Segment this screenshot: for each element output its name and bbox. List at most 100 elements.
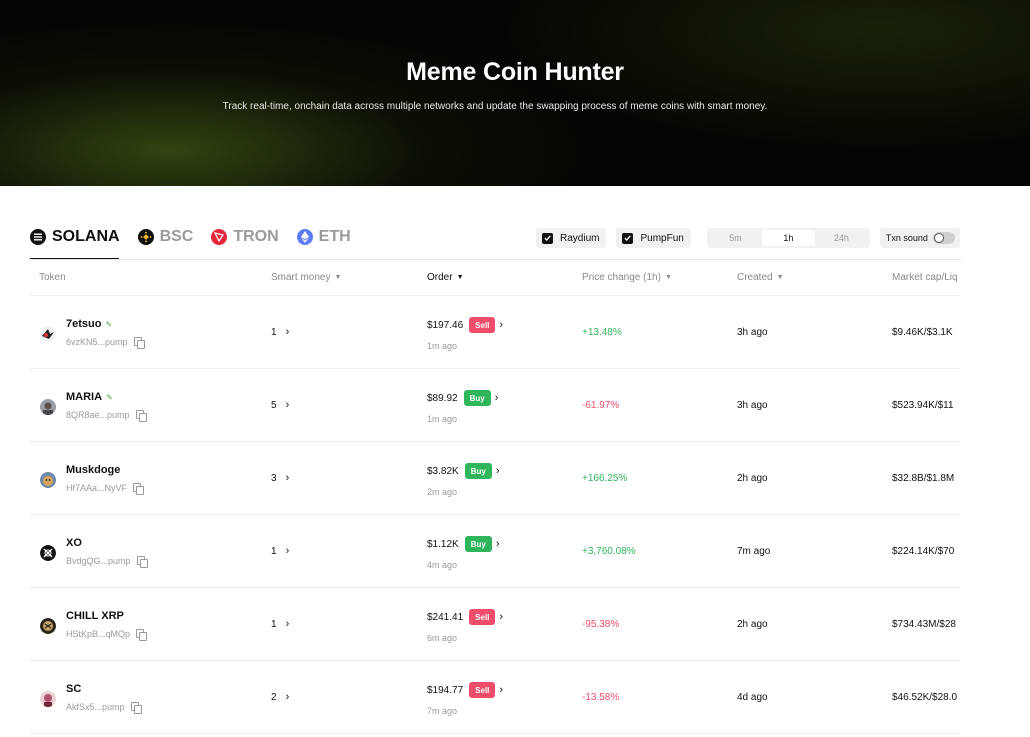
token-avatar [40, 691, 56, 707]
sort-icon: ▼ [664, 274, 672, 281]
token-name[interactable]: Muskdoge [66, 464, 120, 476]
chevron-right-icon: › [499, 611, 504, 623]
copy-icon[interactable] [135, 410, 147, 422]
table-row[interactable]: Muskdoge Hf7AAa...NyVF 3 › $3.82K Buy › 2m … [30, 442, 961, 515]
table-row[interactable]: MARIA ✎ 8QR8ae...pump 5 › $89.92 Buy › 1m ag… [30, 369, 961, 442]
table-header: Token Smart money ▼ Order ▼ Price change (… [30, 260, 961, 296]
page-subtitle: Track real-time, onchain data across mul… [222, 101, 768, 112]
smart-money-count[interactable]: 1 › [271, 326, 289, 338]
token-avatar [40, 545, 56, 561]
pencil-icon: ✎ [105, 319, 113, 329]
tab-solana[interactable]: SOLANA [30, 226, 120, 248]
timeframe-5m[interactable]: 5m [709, 230, 762, 246]
market-cap: $523.94K/$11 [892, 400, 954, 411]
col-created[interactable]: Created ▼ [737, 272, 784, 283]
created-time: 3h ago [737, 327, 768, 338]
token-name[interactable]: MARIA ✎ [66, 391, 113, 403]
checkbox-checked-icon[interactable] [542, 232, 553, 244]
price-change: +3,760.08% [582, 546, 636, 557]
txn-sound-toggle[interactable] [932, 232, 955, 244]
order-price[interactable]: $197.46 Sell › [427, 317, 503, 333]
token-table: Token Smart money ▼ Order ▼ Price change (… [30, 260, 961, 737]
copy-icon[interactable] [133, 483, 145, 495]
buy-badge: Buy [464, 536, 492, 552]
price-change: -95.38% [582, 619, 620, 630]
sort-icon: ▼ [776, 274, 784, 281]
order-price[interactable]: $89.92 Buy › [427, 390, 498, 406]
col-token: Token [39, 272, 66, 283]
table-row[interactable]: SC AkfSx5...pump 2 › $194.77 Sell › 7m ago … [30, 661, 961, 734]
order-price[interactable]: $3.82K Buy › [427, 463, 500, 479]
smart-money-count[interactable]: 3 › [271, 472, 289, 484]
page-title: Meme Coin Hunter [406, 58, 624, 86]
timeframe-selector: 5m 1h 24h [706, 228, 870, 248]
created-time: 7m ago [737, 546, 771, 557]
smart-money-count[interactable]: 1 › [271, 618, 289, 630]
copy-icon[interactable] [133, 337, 145, 349]
copy-icon[interactable] [136, 556, 148, 568]
chevron-right-icon: › [285, 399, 290, 411]
smart-money-count[interactable]: 2 › [271, 691, 289, 703]
token-name[interactable]: 7etsuo ✎ [66, 318, 112, 330]
tab-eth[interactable]: ETH [296, 226, 351, 248]
tron-icon [211, 229, 228, 245]
pumpfun-filter[interactable]: PumpFun [616, 228, 691, 248]
smart-money-count[interactable]: 1 › [271, 545, 289, 557]
order-time: 4m ago [427, 560, 458, 570]
pencil-icon: ✎ [106, 392, 113, 402]
sell-badge: Sell [469, 317, 496, 333]
solana-icon [30, 229, 46, 245]
col-order[interactable]: Order ▼ [427, 272, 464, 283]
token-address: AkfSx5...pump [66, 702, 142, 714]
tab-tron[interactable]: TRON [211, 226, 279, 248]
chevron-right-icon: › [285, 472, 290, 484]
order-price[interactable]: $194.77 Sell › [427, 682, 503, 698]
token-avatar [40, 618, 56, 634]
token-name[interactable]: XO [66, 537, 82, 549]
timeframe-1h[interactable]: 1h [761, 230, 815, 246]
token-name[interactable]: SC [66, 683, 81, 695]
chevron-right-icon: › [285, 326, 290, 338]
token-address: 8QR8ae...pump [66, 410, 147, 422]
chevron-right-icon: › [285, 691, 290, 703]
sell-badge: Sell [469, 609, 496, 625]
price-change: +13.48% [582, 327, 622, 338]
price-change: +166.25% [582, 473, 628, 484]
copy-icon[interactable] [130, 702, 142, 714]
raydium-filter[interactable]: Raydium [536, 228, 607, 248]
order-price[interactable]: $1.12K Buy › [427, 536, 500, 552]
chevron-right-icon: › [499, 684, 504, 696]
chevron-right-icon: › [495, 538, 500, 550]
timeframe-24h[interactable]: 24h [815, 230, 868, 246]
raydium-label: Raydium [560, 232, 600, 244]
sort-icon: ▼ [456, 274, 464, 281]
sort-icon: ▼ [334, 274, 342, 281]
order-price[interactable]: $241.41 Sell › [427, 609, 503, 625]
tab-bsc[interactable]: BSC [137, 226, 194, 248]
table-row[interactable]: 7etsuo ✎ 6vzKN5...pump 1 › $197.46 Sell › 1m… [30, 296, 961, 369]
tab-label: BSC [159, 228, 194, 245]
filter-bar: Raydium PumpFun 5m 1h 24h Txn sound [536, 228, 960, 248]
table-row[interactable]: XO BvdgQG...pump 1 › $1.12K Buy › 4m ago +3… [30, 515, 961, 588]
bsc-icon [137, 229, 154, 245]
smart-money-count[interactable]: 5 › [271, 399, 289, 411]
created-time: 2h ago [737, 619, 768, 630]
token-name[interactable]: CHILL XRP [66, 610, 124, 622]
table-row[interactable]: CHILL XRP HStKpB...qMQp 1 › $241.41 Sell › … [30, 588, 961, 661]
price-change: -61.97% [582, 400, 620, 411]
buy-badge: Buy [464, 463, 492, 479]
order-time: 1m ago [427, 414, 458, 424]
market-cap: $9.46K/$3.1K [892, 327, 953, 338]
chevron-right-icon: › [494, 392, 499, 404]
col-price-change[interactable]: Price change (1h) ▼ [582, 272, 672, 283]
copy-icon[interactable] [136, 629, 148, 641]
token-address: HStKpB...qMQp [66, 629, 148, 641]
col-smart-money[interactable]: Smart money ▼ [271, 272, 341, 283]
buy-badge: Buy [463, 390, 491, 406]
market-cap: $32.8B/$1.8M [892, 473, 955, 484]
checkbox-checked-icon[interactable] [622, 232, 634, 244]
col-market-cap[interactable]: Market cap/Liq [892, 272, 958, 283]
order-time: 7m ago [427, 706, 458, 716]
chevron-right-icon: › [285, 618, 290, 630]
market-cap: $224.14K/$70 [892, 546, 955, 557]
